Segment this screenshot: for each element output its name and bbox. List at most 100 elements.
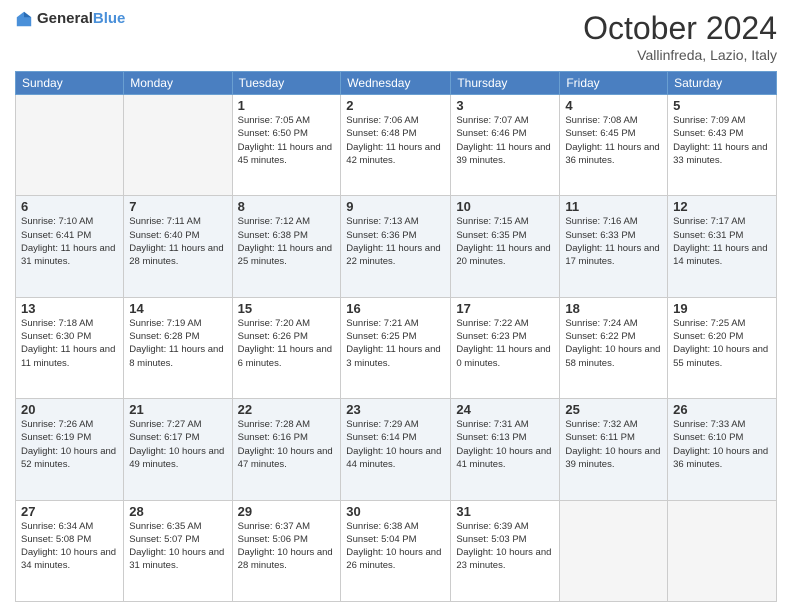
day-info: Sunrise: 6:37 AMSunset: 5:06 PMDaylight:…: [238, 520, 336, 573]
day-number: 26: [673, 402, 771, 417]
day-number: 10: [456, 199, 554, 214]
day-cell: 6 Sunrise: 7:10 AMSunset: 6:41 PMDayligh…: [16, 196, 124, 297]
day-info: Sunrise: 7:32 AMSunset: 6:11 PMDaylight:…: [565, 418, 662, 471]
day-cell: 5 Sunrise: 7:09 AMSunset: 6:43 PMDayligh…: [668, 95, 777, 196]
day-number: 13: [21, 301, 118, 316]
day-cell: 1 Sunrise: 7:05 AMSunset: 6:50 PMDayligh…: [232, 95, 341, 196]
logo-icon: [15, 10, 33, 28]
col-sunday: Sunday: [16, 72, 124, 95]
day-cell: 8 Sunrise: 7:12 AMSunset: 6:38 PMDayligh…: [232, 196, 341, 297]
day-number: 8: [238, 199, 336, 214]
day-info: Sunrise: 6:35 AMSunset: 5:07 PMDaylight:…: [129, 520, 226, 573]
logo-text: GeneralBlue: [37, 10, 125, 28]
day-info: Sunrise: 7:20 AMSunset: 6:26 PMDaylight:…: [238, 317, 336, 370]
day-number: 17: [456, 301, 554, 316]
day-info: Sunrise: 7:26 AMSunset: 6:19 PMDaylight:…: [21, 418, 118, 471]
day-number: 31: [456, 504, 554, 519]
title-area: October 2024 Vallinfreda, Lazio, Italy: [583, 10, 777, 63]
day-number: 18: [565, 301, 662, 316]
day-cell: 27 Sunrise: 6:34 AMSunset: 5:08 PMDaylig…: [16, 500, 124, 601]
day-number: 27: [21, 504, 118, 519]
day-number: 25: [565, 402, 662, 417]
day-number: 29: [238, 504, 336, 519]
week-row-2: 13 Sunrise: 7:18 AMSunset: 6:30 PMDaylig…: [16, 297, 777, 398]
day-info: Sunrise: 7:07 AMSunset: 6:46 PMDaylight:…: [456, 114, 554, 167]
day-info: Sunrise: 7:21 AMSunset: 6:25 PMDaylight:…: [346, 317, 445, 370]
calendar: Sunday Monday Tuesday Wednesday Thursday…: [15, 71, 777, 602]
day-cell: 19 Sunrise: 7:25 AMSunset: 6:20 PMDaylig…: [668, 297, 777, 398]
day-cell: 21 Sunrise: 7:27 AMSunset: 6:17 PMDaylig…: [124, 399, 232, 500]
day-cell: 10 Sunrise: 7:15 AMSunset: 6:35 PMDaylig…: [451, 196, 560, 297]
month-title: October 2024: [583, 10, 777, 47]
day-info: Sunrise: 6:34 AMSunset: 5:08 PMDaylight:…: [21, 520, 118, 573]
day-number: 21: [129, 402, 226, 417]
day-info: Sunrise: 7:11 AMSunset: 6:40 PMDaylight:…: [129, 215, 226, 268]
day-number: 20: [21, 402, 118, 417]
day-cell: 30 Sunrise: 6:38 AMSunset: 5:04 PMDaylig…: [341, 500, 451, 601]
day-info: Sunrise: 6:38 AMSunset: 5:04 PMDaylight:…: [346, 520, 445, 573]
logo-blue: Blue: [93, 10, 126, 27]
day-cell: 18 Sunrise: 7:24 AMSunset: 6:22 PMDaylig…: [560, 297, 668, 398]
day-cell: 25 Sunrise: 7:32 AMSunset: 6:11 PMDaylig…: [560, 399, 668, 500]
week-row-3: 20 Sunrise: 7:26 AMSunset: 6:19 PMDaylig…: [16, 399, 777, 500]
day-number: 9: [346, 199, 445, 214]
day-info: Sunrise: 7:33 AMSunset: 6:10 PMDaylight:…: [673, 418, 771, 471]
col-wednesday: Wednesday: [341, 72, 451, 95]
day-cell: 20 Sunrise: 7:26 AMSunset: 6:19 PMDaylig…: [16, 399, 124, 500]
col-tuesday: Tuesday: [232, 72, 341, 95]
day-number: 3: [456, 98, 554, 113]
day-info: Sunrise: 7:15 AMSunset: 6:35 PMDaylight:…: [456, 215, 554, 268]
day-info: Sunrise: 7:27 AMSunset: 6:17 PMDaylight:…: [129, 418, 226, 471]
day-cell: 7 Sunrise: 7:11 AMSunset: 6:40 PMDayligh…: [124, 196, 232, 297]
day-info: Sunrise: 7:29 AMSunset: 6:14 PMDaylight:…: [346, 418, 445, 471]
day-cell: 14 Sunrise: 7:19 AMSunset: 6:28 PMDaylig…: [124, 297, 232, 398]
day-number: 11: [565, 199, 662, 214]
day-number: 15: [238, 301, 336, 316]
day-number: 1: [238, 98, 336, 113]
day-number: 14: [129, 301, 226, 316]
day-info: Sunrise: 7:25 AMSunset: 6:20 PMDaylight:…: [673, 317, 771, 370]
day-info: Sunrise: 7:22 AMSunset: 6:23 PMDaylight:…: [456, 317, 554, 370]
day-number: 5: [673, 98, 771, 113]
day-number: 2: [346, 98, 445, 113]
day-cell: 28 Sunrise: 6:35 AMSunset: 5:07 PMDaylig…: [124, 500, 232, 601]
day-number: 28: [129, 504, 226, 519]
day-cell: [560, 500, 668, 601]
header: GeneralBlue October 2024 Vallinfreda, La…: [15, 10, 777, 63]
day-number: 4: [565, 98, 662, 113]
day-number: 22: [238, 402, 336, 417]
day-cell: 31 Sunrise: 6:39 AMSunset: 5:03 PMDaylig…: [451, 500, 560, 601]
calendar-header-row: Sunday Monday Tuesday Wednesday Thursday…: [16, 72, 777, 95]
day-info: Sunrise: 7:16 AMSunset: 6:33 PMDaylight:…: [565, 215, 662, 268]
day-info: Sunrise: 7:13 AMSunset: 6:36 PMDaylight:…: [346, 215, 445, 268]
day-number: 24: [456, 402, 554, 417]
day-info: Sunrise: 7:09 AMSunset: 6:43 PMDaylight:…: [673, 114, 771, 167]
day-number: 23: [346, 402, 445, 417]
day-number: 16: [346, 301, 445, 316]
day-cell: 4 Sunrise: 7:08 AMSunset: 6:45 PMDayligh…: [560, 95, 668, 196]
week-row-1: 6 Sunrise: 7:10 AMSunset: 6:41 PMDayligh…: [16, 196, 777, 297]
day-cell: [124, 95, 232, 196]
day-info: Sunrise: 6:39 AMSunset: 5:03 PMDaylight:…: [456, 520, 554, 573]
logo-general: General: [37, 10, 93, 27]
week-row-4: 27 Sunrise: 6:34 AMSunset: 5:08 PMDaylig…: [16, 500, 777, 601]
day-number: 12: [673, 199, 771, 214]
day-cell: 3 Sunrise: 7:07 AMSunset: 6:46 PMDayligh…: [451, 95, 560, 196]
day-number: 6: [21, 199, 118, 214]
day-info: Sunrise: 7:24 AMSunset: 6:22 PMDaylight:…: [565, 317, 662, 370]
day-cell: 26 Sunrise: 7:33 AMSunset: 6:10 PMDaylig…: [668, 399, 777, 500]
day-info: Sunrise: 7:31 AMSunset: 6:13 PMDaylight:…: [456, 418, 554, 471]
day-cell: [668, 500, 777, 601]
col-thursday: Thursday: [451, 72, 560, 95]
page: GeneralBlue October 2024 Vallinfreda, La…: [0, 0, 792, 612]
day-cell: 17 Sunrise: 7:22 AMSunset: 6:23 PMDaylig…: [451, 297, 560, 398]
day-cell: 13 Sunrise: 7:18 AMSunset: 6:30 PMDaylig…: [16, 297, 124, 398]
week-row-0: 1 Sunrise: 7:05 AMSunset: 6:50 PMDayligh…: [16, 95, 777, 196]
day-info: Sunrise: 7:12 AMSunset: 6:38 PMDaylight:…: [238, 215, 336, 268]
logo: GeneralBlue: [15, 10, 125, 28]
day-number: 30: [346, 504, 445, 519]
day-cell: 15 Sunrise: 7:20 AMSunset: 6:26 PMDaylig…: [232, 297, 341, 398]
day-cell: 22 Sunrise: 7:28 AMSunset: 6:16 PMDaylig…: [232, 399, 341, 500]
day-info: Sunrise: 7:17 AMSunset: 6:31 PMDaylight:…: [673, 215, 771, 268]
day-cell: 16 Sunrise: 7:21 AMSunset: 6:25 PMDaylig…: [341, 297, 451, 398]
